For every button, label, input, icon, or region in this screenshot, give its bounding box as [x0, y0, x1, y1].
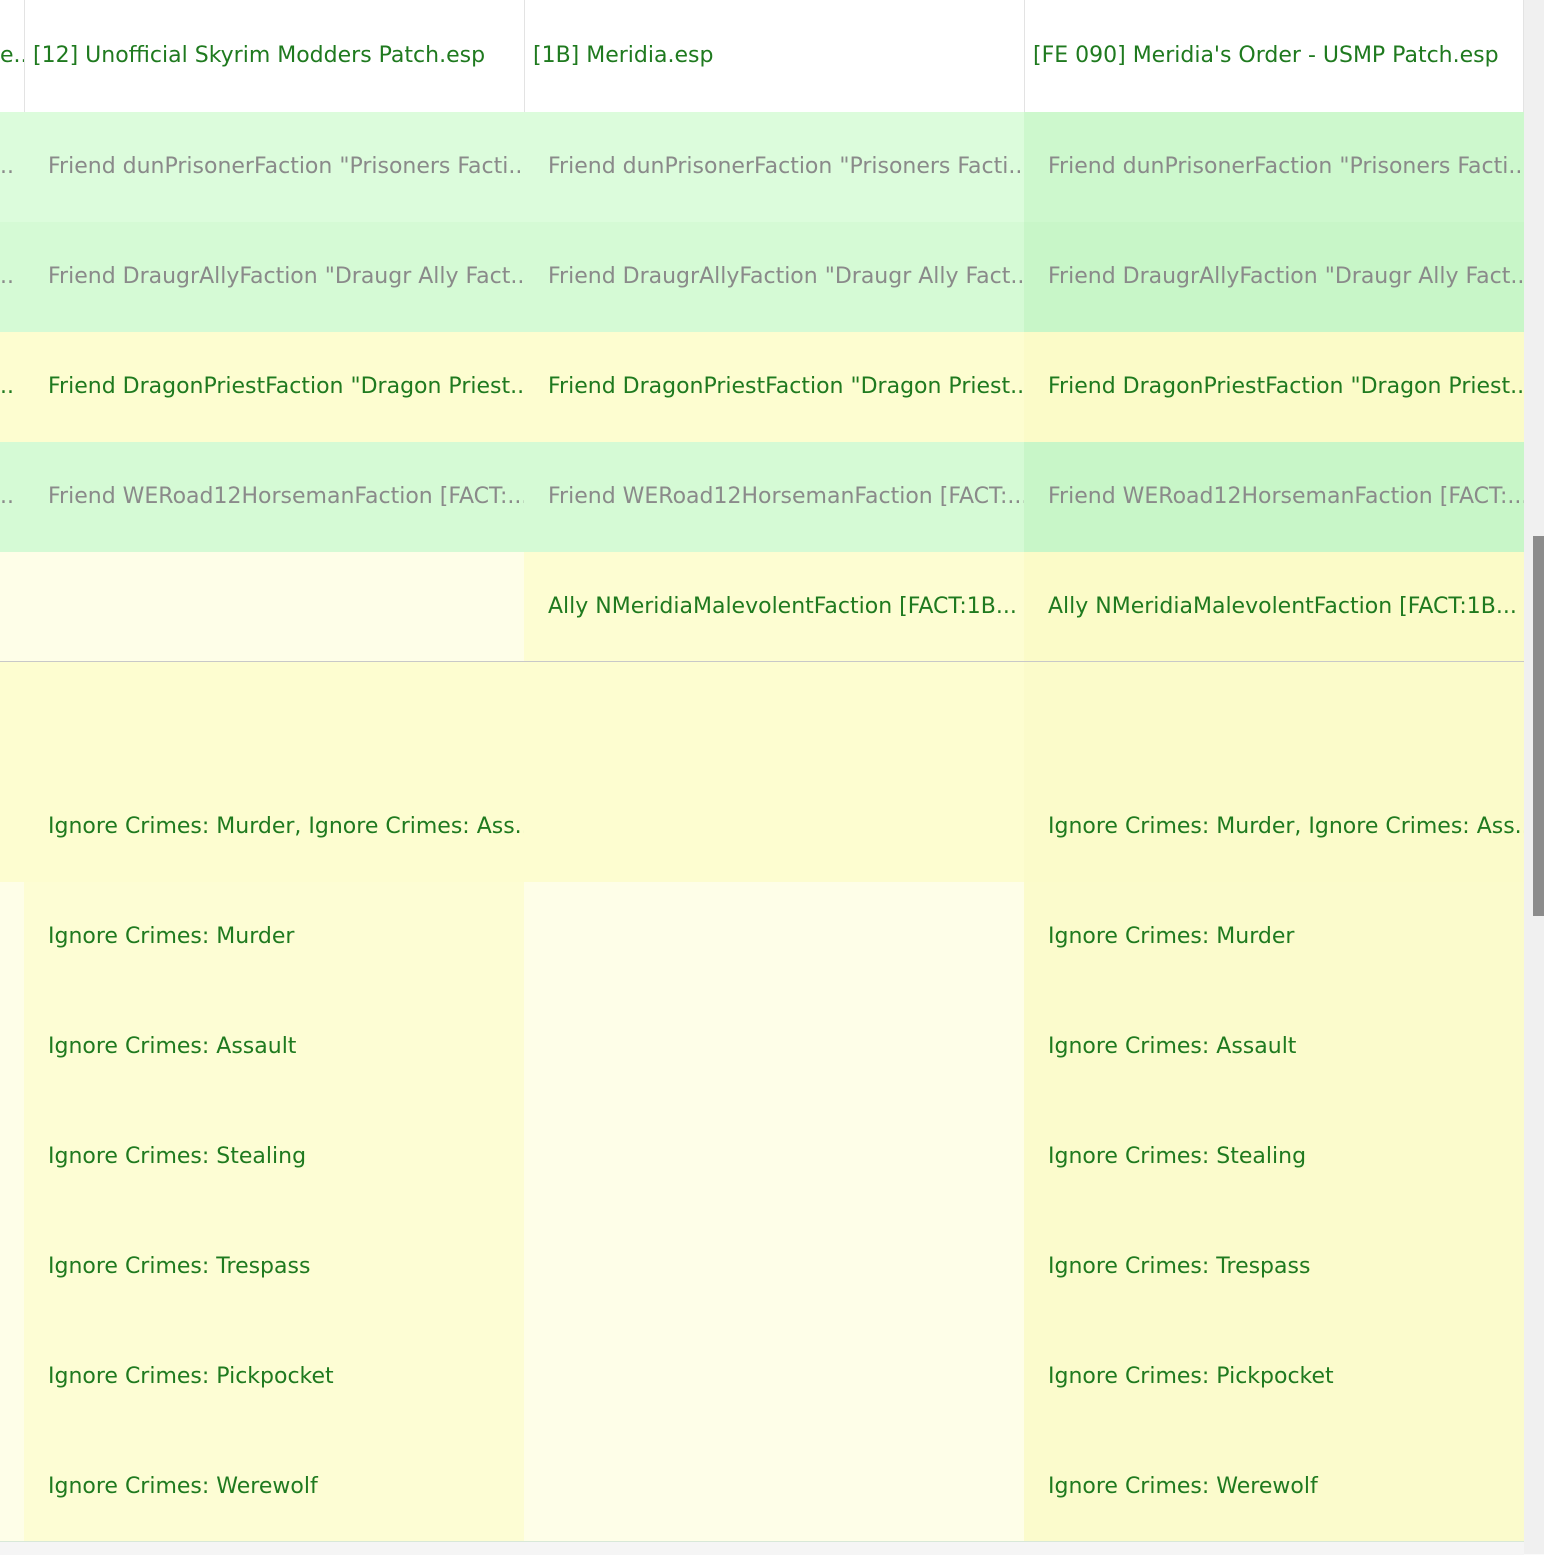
table-cell[interactable]: Ignore Crimes: Pickpocket — [24, 1322, 524, 1432]
table-cell[interactable] — [24, 662, 524, 772]
table-cell[interactable] — [0, 552, 24, 662]
table-cell[interactable] — [0, 1322, 24, 1432]
table-row[interactable]: Ignore Crimes: Trespass Ignore Crimes: T… — [0, 1212, 1524, 1322]
table-cell[interactable]: Friend WERoad12HorsemanFaction [FACT:... — [524, 442, 1024, 552]
table-cell[interactable] — [524, 1322, 1024, 1432]
table-cell[interactable]: Ignore Crimes: Werewolf — [24, 1432, 524, 1541]
table-cell[interactable] — [0, 662, 24, 772]
table-row[interactable]: .. Friend DraugrAllyFaction "Draugr Ally… — [0, 222, 1524, 332]
table-cell[interactable]: Friend WERoad12HorsemanFaction [FACT:... — [1024, 442, 1524, 552]
column-header-row: e... [12] Unofficial Skyrim Modders Patc… — [0, 0, 1524, 112]
table-cell[interactable]: Ignore Crimes: Murder, Ignore Crimes: As… — [24, 772, 524, 882]
table-cell[interactable] — [0, 1432, 24, 1541]
table-row[interactable]: Ignore Crimes: Pickpocket Ignore Crimes:… — [0, 1322, 1524, 1432]
column-header-prev[interactable]: e... — [0, 0, 25, 112]
table-cell[interactable]: Ignore Crimes: Assault — [1024, 992, 1524, 1102]
table-cell[interactable]: Friend dunPrisonerFaction "Prisoners Fac… — [1024, 112, 1524, 222]
table-cell[interactable]: Ignore Crimes: Stealing — [1024, 1102, 1524, 1212]
column-header-usmp[interactable]: [12] Unofficial Skyrim Modders Patch.esp — [25, 0, 525, 112]
table-cell[interactable]: Ignore Crimes: Pickpocket — [1024, 1322, 1524, 1432]
table-cell[interactable]: Friend DraugrAllyFaction "Draugr Ally Fa… — [524, 222, 1024, 332]
table-row[interactable]: Ignore Crimes: Stealing Ignore Crimes: S… — [0, 1102, 1524, 1212]
table-cell[interactable] — [524, 1102, 1024, 1212]
table-cell[interactable]: Friend DragonPriestFaction "Dragon Pries… — [1024, 332, 1524, 442]
grid-bottom-edge — [0, 1541, 1524, 1555]
column-header-meridia[interactable]: [1B] Meridia.esp — [525, 0, 1025, 112]
table-cell[interactable]: .. — [0, 222, 24, 332]
table-cell[interactable] — [0, 1102, 24, 1212]
column-header-meridias-order-patch[interactable]: [FE 090] Meridia's Order - USMP Patch.es… — [1025, 0, 1524, 112]
table-cell[interactable] — [24, 552, 524, 662]
table-cell[interactable] — [0, 1212, 24, 1322]
table-cell[interactable]: .. — [0, 332, 24, 442]
table-cell[interactable]: Ignore Crimes: Trespass — [24, 1212, 524, 1322]
table-cell[interactable]: Ignore Crimes: Murder — [1024, 882, 1524, 992]
table-cell[interactable]: .. — [0, 442, 24, 552]
table-cell[interactable]: Friend dunPrisonerFaction "Prisoners Fac… — [524, 112, 1024, 222]
scrollbar-thumb[interactable] — [1533, 536, 1544, 916]
table-cell[interactable]: Friend DragonPriestFaction "Dragon Pries… — [24, 332, 524, 442]
table-cell[interactable] — [0, 882, 24, 992]
table-cell[interactable]: Ally NMeridiaMalevolentFaction [FACT:1B.… — [1024, 552, 1524, 662]
table-cell[interactable] — [0, 992, 24, 1102]
table-cell[interactable]: Ignore Crimes: Assault — [24, 992, 524, 1102]
table-cell[interactable] — [524, 882, 1024, 992]
table-cell[interactable]: Ally NMeridiaMalevolentFaction [FACT:1B.… — [524, 552, 1024, 662]
table-cell[interactable]: Ignore Crimes: Murder, Ignore Crimes: As… — [1024, 772, 1524, 882]
table-row[interactable] — [0, 662, 1524, 772]
table-row[interactable]: Ally NMeridiaMalevolentFaction [FACT:1B.… — [0, 552, 1524, 662]
table-row[interactable]: Ignore Crimes: Murder Ignore Crimes: Mur… — [0, 882, 1524, 992]
table-cell[interactable]: .. — [0, 112, 24, 222]
table-cell[interactable] — [524, 1432, 1024, 1541]
table-cell[interactable] — [524, 662, 1024, 772]
table-cell[interactable]: Friend DraugrAllyFaction "Draugr Ally Fa… — [1024, 222, 1524, 332]
table-cell[interactable]: Friend WERoad12HorsemanFaction [FACT:... — [24, 442, 524, 552]
table-cell[interactable] — [0, 772, 24, 882]
table-cell[interactable]: Ignore Crimes: Murder — [24, 882, 524, 992]
table-cell[interactable]: Ignore Crimes: Werewolf — [1024, 1432, 1524, 1541]
table-cell[interactable]: Friend DragonPriestFaction "Dragon Pries… — [524, 332, 1024, 442]
table-row[interactable]: Ignore Crimes: Werewolf Ignore Crimes: W… — [0, 1432, 1524, 1541]
table-cell[interactable] — [524, 992, 1024, 1102]
table-row[interactable]: .. Friend dunPrisonerFaction "Prisoners … — [0, 112, 1524, 222]
table-cell[interactable]: Friend DraugrAllyFaction "Draugr Ally Fa… — [24, 222, 524, 332]
table-row[interactable]: .. Friend WERoad12HorsemanFaction [FACT:… — [0, 442, 1524, 552]
table-cell[interactable] — [1024, 662, 1524, 772]
table-cell[interactable]: Friend dunPrisonerFaction "Prisoners Fac… — [24, 112, 524, 222]
table-row[interactable]: Ignore Crimes: Assault Ignore Crimes: As… — [0, 992, 1524, 1102]
table-cell[interactable] — [524, 1212, 1024, 1322]
record-comparison-grid: e... [12] Unofficial Skyrim Modders Patc… — [0, 0, 1524, 1555]
table-row[interactable]: Ignore Crimes: Murder, Ignore Crimes: As… — [0, 772, 1524, 882]
table-cell[interactable]: Ignore Crimes: Trespass — [1024, 1212, 1524, 1322]
table-cell[interactable]: Ignore Crimes: Stealing — [24, 1102, 524, 1212]
vertical-scrollbar[interactable] — [1524, 0, 1544, 1554]
table-cell[interactable] — [524, 772, 1024, 882]
table-row[interactable]: .. Friend DragonPriestFaction "Dragon Pr… — [0, 332, 1524, 442]
